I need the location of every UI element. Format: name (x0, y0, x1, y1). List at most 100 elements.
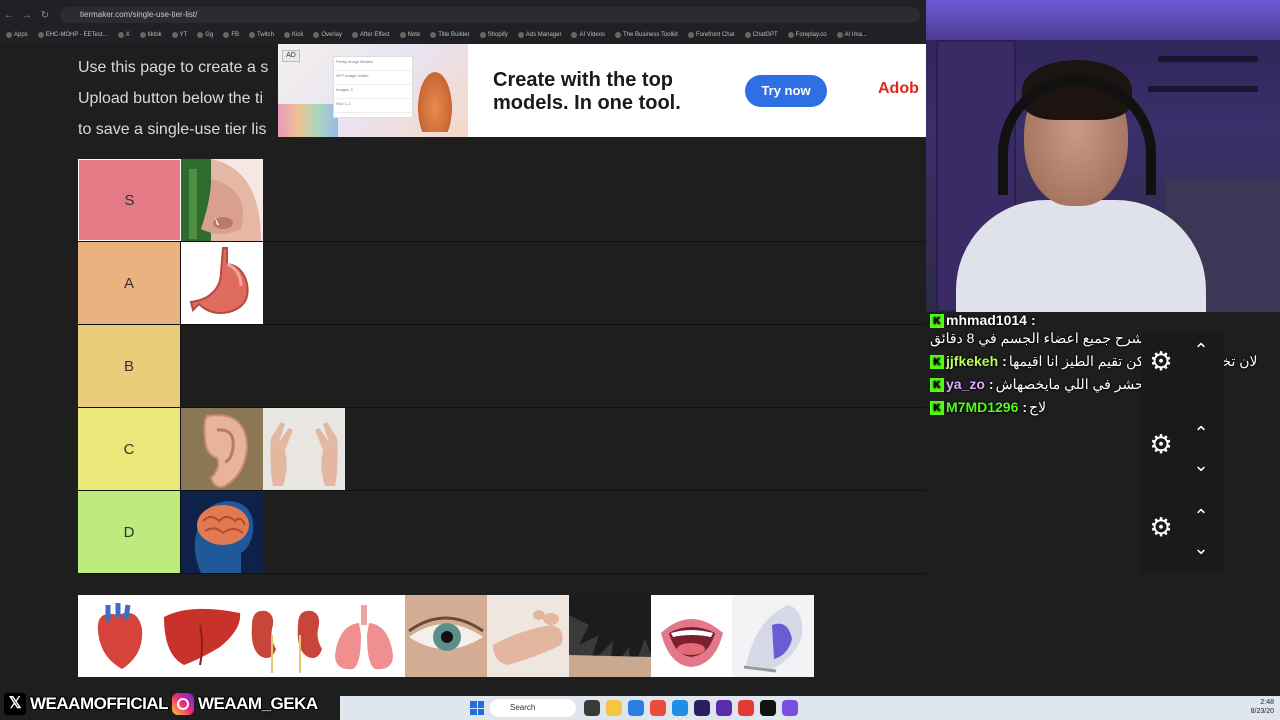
bookmark[interactable]: tiktok (139, 32, 162, 38)
bookmark[interactable]: Kick (284, 32, 303, 38)
tier-label[interactable]: A (78, 242, 181, 324)
chat-message: K ya_zo: بتتحشر في اللي مايخصهاش (930, 376, 1280, 393)
bookmark[interactable]: Twitch (248, 32, 274, 38)
file-explorer-icon[interactable] (606, 700, 622, 716)
nose-image (181, 159, 261, 241)
bookmark[interactable]: AI Videos (571, 32, 605, 38)
bookmark[interactable]: The Business Toolkit (615, 32, 678, 38)
stomach-tile[interactable] (181, 242, 263, 324)
chevron-down-icon[interactable]: ⌄ (1189, 456, 1213, 474)
liver-tile[interactable] (159, 595, 242, 677)
nose-tile[interactable] (181, 159, 263, 241)
tier-row-s[interactable]: S (78, 159, 926, 242)
bookmark-icon (744, 32, 751, 38)
tier-label[interactable]: D (78, 491, 181, 573)
iron-tile[interactable] (732, 595, 815, 677)
try-now-button[interactable]: Try now (745, 75, 827, 107)
gear-icon[interactable]: ⚙ (1147, 430, 1175, 458)
adobe-ad-banner[interactable]: Firefly Image Models GPT Image model Ima… (278, 44, 926, 137)
rabbit-image (418, 72, 452, 132)
bookmark[interactable]: Forefront Chat (687, 32, 735, 38)
ear-tile[interactable] (181, 408, 263, 490)
discord-icon[interactable] (782, 700, 798, 716)
tiktok-icon[interactable] (760, 700, 776, 716)
ad-headline: Create with the top models. In one tool. (493, 69, 681, 114)
address-bar[interactable]: tiermaker.com/single-use-tier-list/ (60, 7, 920, 23)
tier-row-a[interactable]: A (78, 242, 926, 325)
chevron-up-icon[interactable]: ⌃ (1189, 424, 1213, 442)
gear-icon[interactable]: ⚙ (1147, 347, 1175, 375)
bookmark[interactable]: X (117, 32, 130, 38)
back-icon[interactable]: ← (0, 6, 18, 24)
bookmark[interactable]: Apps (6, 32, 28, 38)
system-tray[interactable]: 2:48 8/23/20 (1251, 698, 1274, 716)
bookmark[interactable]: Note (399, 32, 420, 38)
chat-colon: : (988, 376, 994, 392)
bookmark-icon (571, 32, 578, 38)
eye-tile[interactable] (405, 595, 487, 677)
iron-image (732, 595, 815, 677)
tier-label[interactable]: C (78, 408, 181, 490)
tier-label[interactable]: B (78, 325, 181, 407)
bookmark[interactable]: Ads Manager (517, 32, 561, 38)
chat-colon: : (1002, 353, 1007, 369)
lungs-tile[interactable] (323, 595, 406, 677)
gear-icon[interactable]: ⚙ (1147, 513, 1175, 541)
chevron-up-icon[interactable]: ⌃ (1189, 341, 1213, 359)
windows-start-icon[interactable] (470, 701, 484, 715)
edge-icon[interactable] (628, 700, 644, 716)
bookmark[interactable]: YT (171, 32, 187, 38)
chevron-up-icon[interactable]: ⌃ (1189, 507, 1213, 525)
tier-list: S A B C D (78, 159, 926, 574)
instagram-icon (171, 693, 194, 715)
bookmarks-bar: Apps EHC-MOHP - EETest... X tiktok YT Gg… (0, 28, 926, 42)
chat-username: mhmad1014 (946, 312, 1027, 328)
bookmark[interactable]: FB (223, 32, 239, 38)
bookmark[interactable]: Title Builder (430, 32, 470, 38)
unranked-pool[interactable] (78, 595, 815, 677)
ad-badge: AD (282, 50, 300, 62)
bookmark[interactable]: After Effect (352, 32, 390, 38)
tier-row-b[interactable]: B (78, 325, 926, 408)
bookmark[interactable]: Gg (197, 32, 213, 38)
bookmark[interactable]: Foreplay.co (787, 32, 827, 38)
hands-tile[interactable] (263, 408, 345, 490)
ad-panel-row: Imagen 3 (334, 85, 412, 99)
bookmark[interactable]: EHC-MOHP - EETest... (37, 32, 108, 38)
tier-row-d[interactable]: D (78, 491, 926, 574)
bookmark[interactable]: Overlay (313, 32, 342, 38)
task-view-icon[interactable] (584, 700, 600, 716)
ad-panel-row: GPT Image model (334, 71, 412, 85)
kidneys-image (251, 610, 322, 673)
after-effects-icon[interactable] (716, 700, 732, 716)
liver-image (163, 608, 240, 666)
tier-row-c[interactable]: C (78, 408, 926, 491)
bookmark[interactable]: ChatGPT (744, 32, 778, 38)
brain-tile[interactable] (181, 491, 263, 573)
chat-text: بتتحشر في اللي مايخصهاش (995, 376, 1157, 392)
kidneys-tile[interactable] (241, 595, 324, 677)
chrome-icon[interactable] (650, 700, 666, 716)
mouth-tile[interactable] (650, 595, 733, 677)
chevron-down-icon[interactable]: ⌄ (1189, 539, 1213, 557)
store-icon[interactable] (672, 700, 688, 716)
tier-items[interactable] (181, 159, 263, 241)
premiere-icon[interactable] (694, 700, 710, 716)
stream-chat: K mhmad1014: شوف فيديو شرح جميع اعضاء ال… (930, 312, 1280, 492)
bookmark-icon (284, 32, 290, 38)
forward-icon[interactable]: → (18, 6, 36, 24)
tier-items[interactable] (181, 242, 263, 324)
hair-tile[interactable] (568, 595, 651, 677)
tier-control-group: ⚙ ⌃ ⌄ (1141, 499, 1224, 557)
bookmark[interactable]: Shopify (479, 32, 508, 38)
bookmark[interactable]: AI Ima... (836, 32, 867, 38)
heart-tile[interactable] (78, 595, 160, 677)
taskbar-search[interactable]: Search (490, 699, 576, 717)
tier-items[interactable] (181, 491, 263, 573)
chat-username: M7MD1296 (946, 399, 1019, 415)
reload-icon[interactable]: ↻ (36, 6, 54, 24)
foot-tile[interactable] (486, 595, 569, 677)
app-icon[interactable] (738, 700, 754, 716)
tier-label[interactable]: S (78, 159, 181, 241)
tier-items[interactable] (181, 408, 345, 490)
